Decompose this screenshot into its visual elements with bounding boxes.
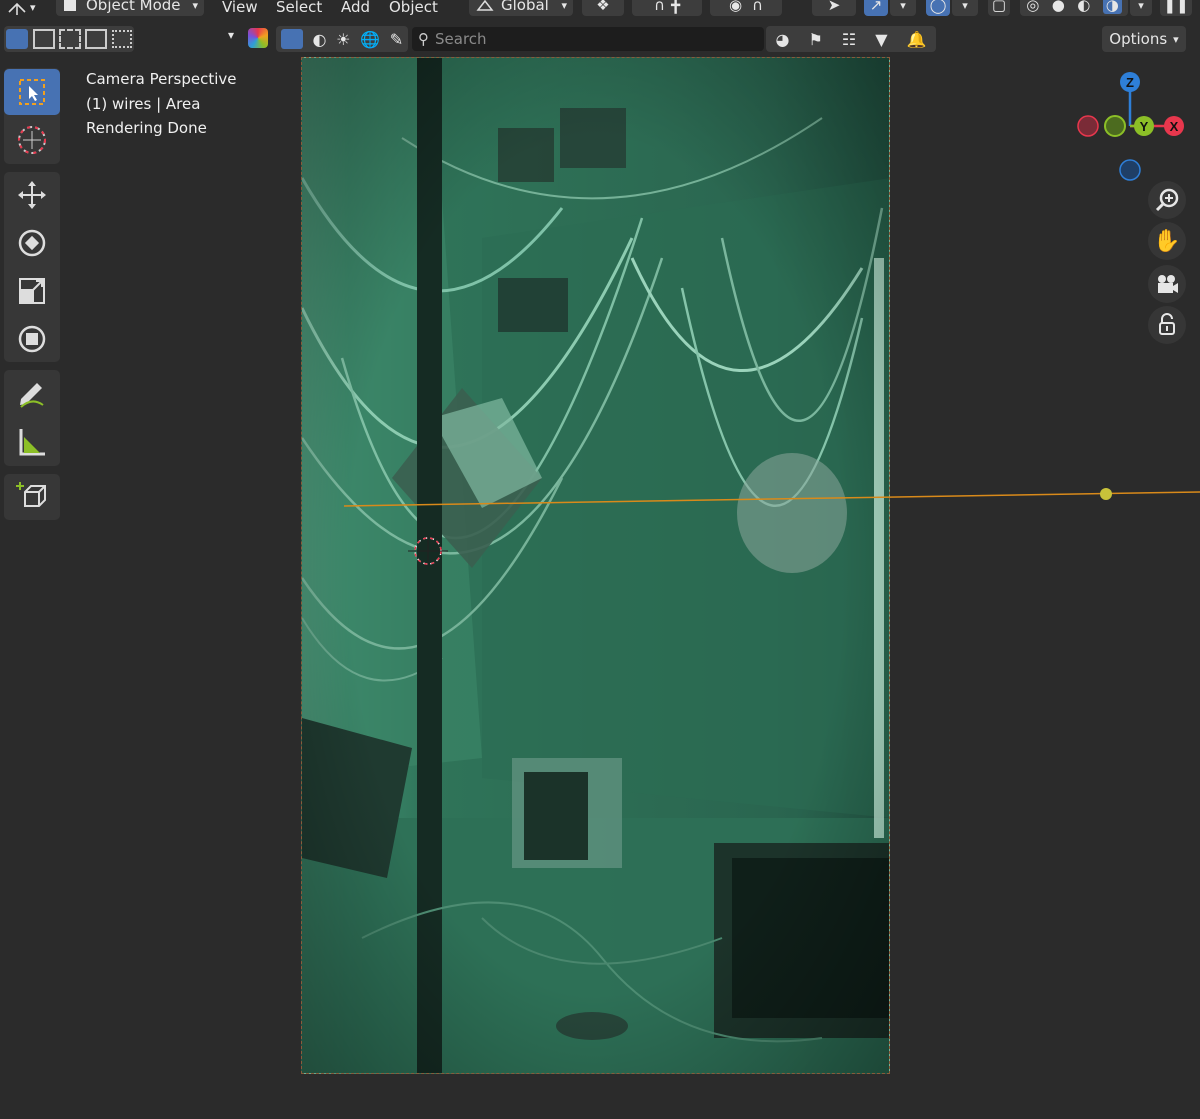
hand-icon: ✋: [1153, 228, 1181, 254]
camera-view-button[interactable]: [1148, 265, 1186, 303]
zoom-icon: [1155, 188, 1179, 212]
lock-camera-button[interactable]: [1148, 306, 1186, 344]
camera-icon: [1158, 275, 1178, 293]
pan-button[interactable]: ✋: [1148, 222, 1186, 260]
unlock-icon: [1159, 313, 1175, 335]
neg-y-axis-handle: [1104, 115, 1126, 137]
y-axis-label: Y: [1140, 119, 1149, 134]
light-overlay: [343, 488, 1200, 507]
navigation-gizmo[interactable]: Z Y X: [1070, 64, 1190, 184]
x-axis-label: X: [1170, 119, 1179, 134]
light-handle-dot[interactable]: [1100, 488, 1112, 500]
zoom-button[interactable]: [1148, 181, 1186, 219]
neg-x-axis-handle: [1077, 115, 1099, 137]
z-axis-label: Z: [1126, 75, 1134, 90]
light-direction-line: [343, 491, 1200, 507]
neg-z-axis-handle: [1119, 159, 1141, 181]
